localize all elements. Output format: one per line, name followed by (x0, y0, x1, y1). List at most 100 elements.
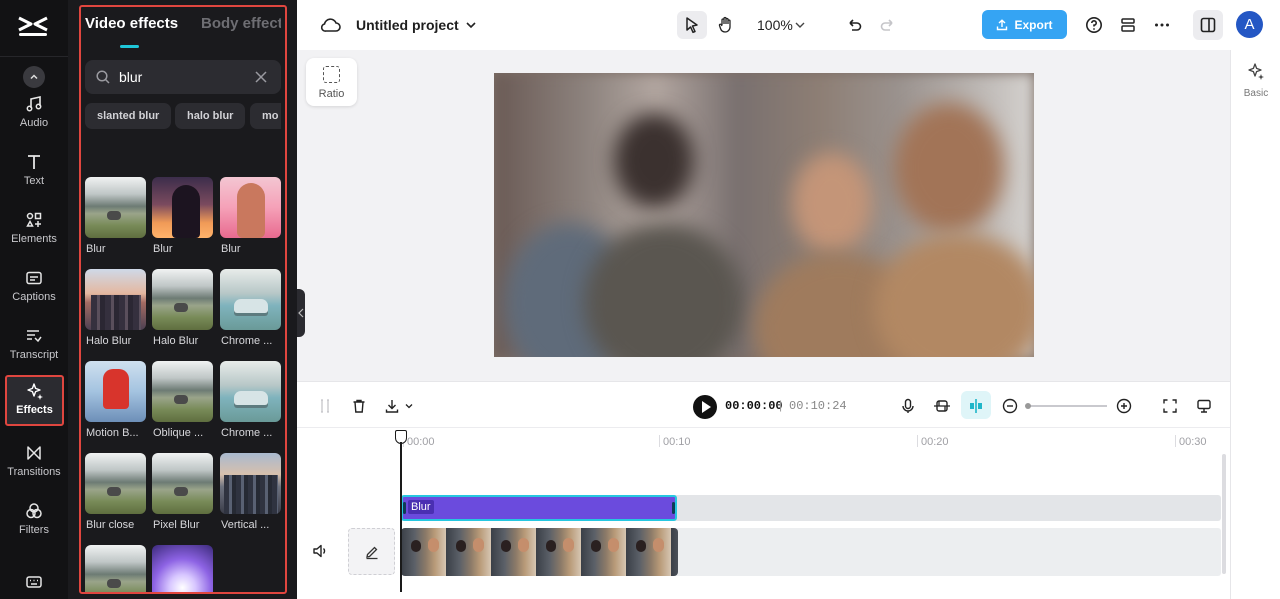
chip-suggestion[interactable]: mo (250, 103, 281, 129)
chip-suggestion[interactable]: halo blur (175, 103, 246, 129)
rail-item-label: Filters (19, 524, 49, 536)
effect-clip[interactable]: Blur (401, 495, 677, 521)
effect-label: Motion B... (86, 427, 139, 439)
rail-item-label: Text (23, 175, 45, 187)
effect-thumbnail (152, 361, 213, 422)
effect-label: Oblique ... (153, 427, 204, 439)
effect-tile[interactable]: Halo Blur (152, 269, 213, 347)
effect-tile[interactable]: Pixel Blur (152, 453, 213, 531)
clip-frame (626, 528, 671, 576)
effect-tile[interactable]: Blur close (85, 453, 146, 531)
ruler-tick: 00:10 (659, 435, 691, 448)
undo-icon[interactable] (842, 13, 866, 37)
playhead[interactable] (400, 442, 402, 592)
pointer-icon[interactable] (680, 13, 704, 37)
rail-item-label: Elements (11, 233, 57, 245)
split-clip-icon[interactable] (314, 395, 336, 417)
rail-item-label: Transcript (9, 349, 59, 361)
effect-tile[interactable] (152, 545, 213, 592)
scene-detect-icon[interactable] (931, 395, 953, 417)
effect-tile[interactable]: Blur (85, 177, 146, 255)
mute-audio-icon[interactable] (311, 542, 329, 560)
collapse-panel-button[interactable] (297, 289, 305, 337)
ratio-button[interactable]: Ratio (306, 58, 357, 106)
rail-item-text[interactable]: Text (0, 148, 68, 202)
video-clip[interactable] (401, 528, 678, 576)
effect-tile[interactable]: Motion B... (85, 361, 146, 439)
effect-tile[interactable]: Vertical ... (220, 453, 281, 531)
timeline-ruler[interactable]: 00:00 00:10 00:20 00:30 (297, 429, 1230, 451)
tab-body-effects[interactable]: Body effects (201, 15, 281, 32)
rail-item-elements[interactable]: Elements (0, 206, 68, 260)
effect-tile[interactable]: Chrome ... (220, 361, 281, 439)
zoom-chevron-down-icon[interactable] (788, 13, 812, 37)
chevron-down-icon[interactable] (459, 13, 483, 37)
clip-trim-handle-left[interactable] (403, 502, 406, 514)
redo-icon[interactable] (876, 13, 900, 37)
stack-icon[interactable] (1116, 13, 1140, 37)
snap-icon[interactable] (965, 395, 987, 417)
active-tab-indicator (120, 45, 139, 48)
avatar[interactable]: A (1236, 11, 1263, 38)
cloud-save-icon[interactable] (319, 13, 343, 37)
chip-suggestion[interactable]: slanted blur (85, 103, 172, 129)
effect-thumbnail (152, 177, 213, 238)
rail-item-filters[interactable]: Filters (0, 497, 68, 551)
project-title[interactable]: Untitled project (356, 17, 459, 33)
effect-label: Chrome ... (221, 427, 273, 439)
timeline-scrollbar[interactable] (1222, 454, 1226, 574)
effect-tile[interactable]: Blur (220, 177, 281, 255)
zoom-in-icon[interactable] (1113, 395, 1135, 417)
effects-search (85, 60, 281, 94)
effect-tile[interactable]: Oblique ... (152, 361, 213, 439)
suggestion-chips: slanted blur halo blur mo (85, 103, 281, 129)
timeline-view-icon[interactable] (1193, 395, 1215, 417)
current-time: 00:00:00 (725, 399, 783, 413)
basic-tab-label[interactable]: Basic (1231, 88, 1280, 99)
effect-thumbnail (85, 545, 146, 592)
rail-item-more[interactable] (0, 568, 68, 598)
split-panel-icon[interactable] (1196, 13, 1220, 37)
download-chevron-icon[interactable] (398, 395, 420, 417)
effect-tile[interactable] (85, 545, 146, 592)
microphone-icon[interactable] (897, 395, 919, 417)
rail-item-audio[interactable]: Audio (0, 90, 68, 144)
upload-icon (997, 18, 1008, 30)
video-preview[interactable] (494, 73, 1034, 357)
rail-item-captions[interactable]: Captions (0, 264, 68, 318)
effect-tile[interactable]: Chrome ... (220, 269, 281, 347)
help-icon[interactable] (1082, 13, 1106, 37)
rail-divider (0, 56, 68, 57)
ruler-tick: 00:30 (1175, 435, 1207, 448)
capcut-logo (18, 16, 48, 36)
tab-video-effects[interactable]: Video effects (85, 15, 178, 32)
more-options-icon[interactable] (1150, 13, 1174, 37)
rail-item-label: Effects (16, 404, 53, 416)
effect-tile[interactable]: Blur (152, 177, 213, 255)
effect-tile[interactable]: Halo Blur (85, 269, 146, 347)
zoom-out-icon[interactable] (999, 395, 1021, 417)
rail-scroll-up-button[interactable] (23, 66, 45, 88)
right-properties-panel: Basic (1230, 50, 1280, 599)
timeline-zoom-slider[interactable] (1025, 403, 1107, 409)
clip-trim-handle-right[interactable] (672, 502, 675, 514)
zoom-slider-knob[interactable] (1025, 403, 1031, 409)
edit-cover-button[interactable] (348, 528, 395, 575)
rail-item-effects[interactable]: Effects (5, 375, 64, 426)
play-button[interactable] (693, 395, 717, 419)
export-button[interactable]: Export (982, 10, 1067, 39)
transitions-icon (24, 443, 44, 463)
rail-item-transcript[interactable]: Transcript (0, 322, 68, 376)
hand-icon[interactable] (714, 13, 738, 37)
clear-search-icon[interactable] (253, 69, 269, 85)
rail-item-transitions[interactable]: Transitions (0, 439, 68, 493)
effect-thumbnail (85, 177, 146, 238)
timeline: 00:00:00 | 00:10:24 00:00 00:10 00:20 00… (297, 381, 1230, 599)
delete-icon[interactable] (348, 395, 370, 417)
fit-timeline-icon[interactable] (1159, 395, 1181, 417)
sparkle-icon[interactable] (1247, 62, 1265, 80)
timeline-toolbar: 00:00:00 | 00:10:24 (297, 382, 1230, 428)
search-icon (96, 70, 110, 84)
search-input[interactable] (119, 67, 249, 87)
effect-label: Halo Blur (86, 335, 132, 347)
